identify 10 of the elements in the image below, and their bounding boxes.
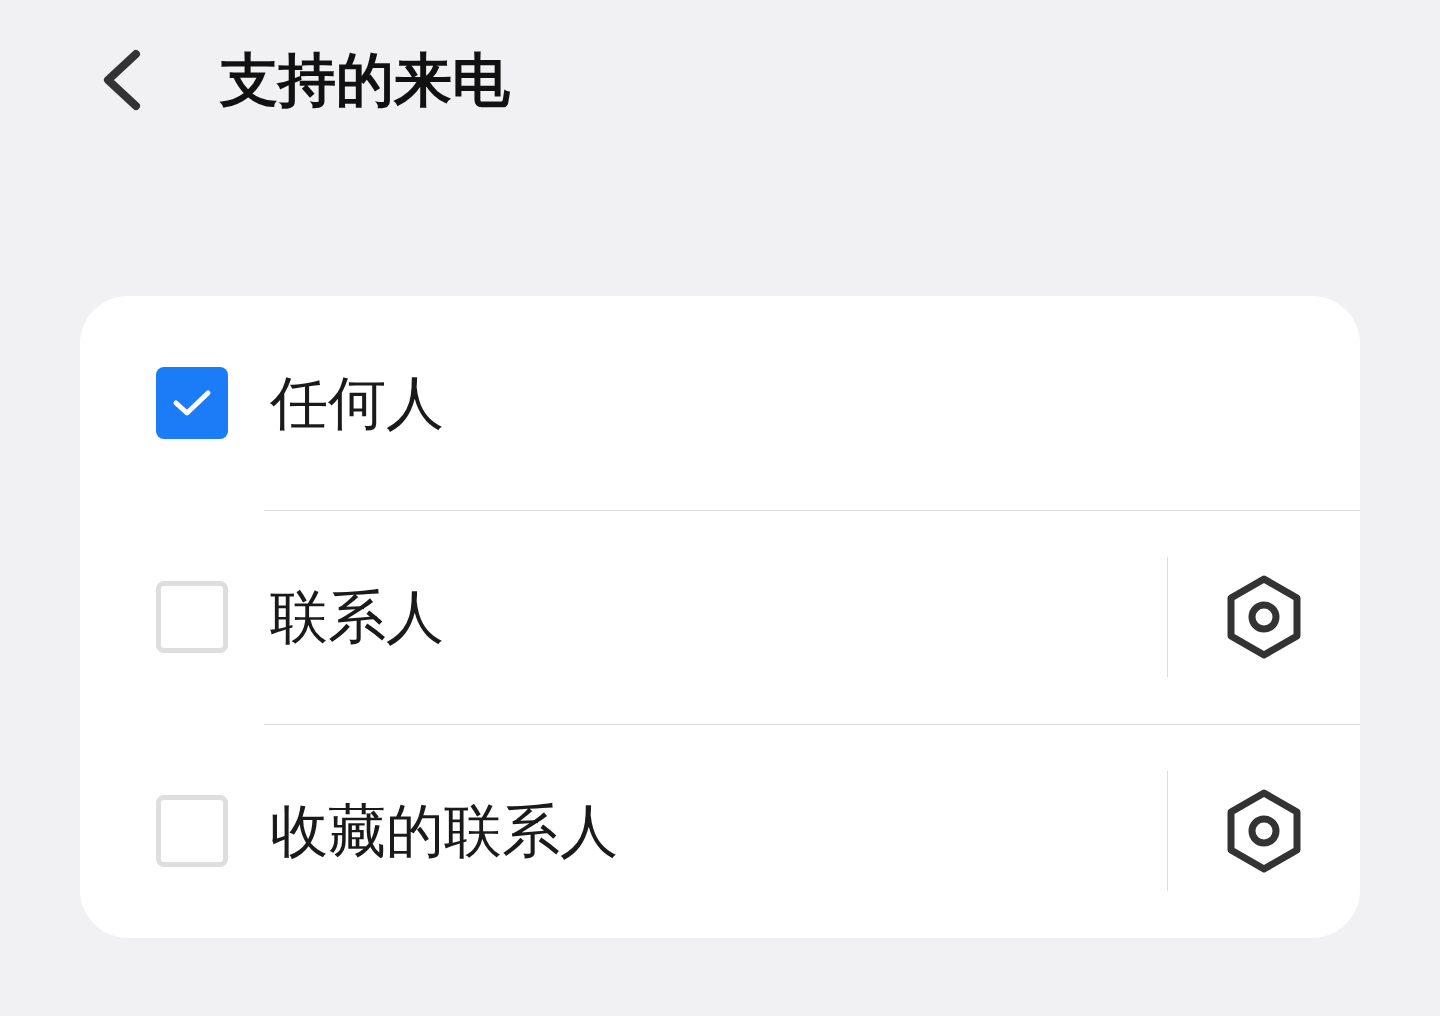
settings-icon[interactable] — [1227, 575, 1301, 659]
option-label: 联系人 — [270, 588, 445, 646]
page-title: 支持的来电 — [220, 51, 510, 109]
option-label: 收藏的联系人 — [270, 802, 619, 860]
checkbox[interactable] — [156, 367, 228, 439]
option-label: 任何人 — [270, 374, 445, 432]
checkmark-icon — [172, 388, 212, 418]
checkbox[interactable] — [156, 581, 228, 653]
checkbox[interactable] — [156, 795, 228, 867]
settings-icon[interactable] — [1227, 789, 1301, 873]
